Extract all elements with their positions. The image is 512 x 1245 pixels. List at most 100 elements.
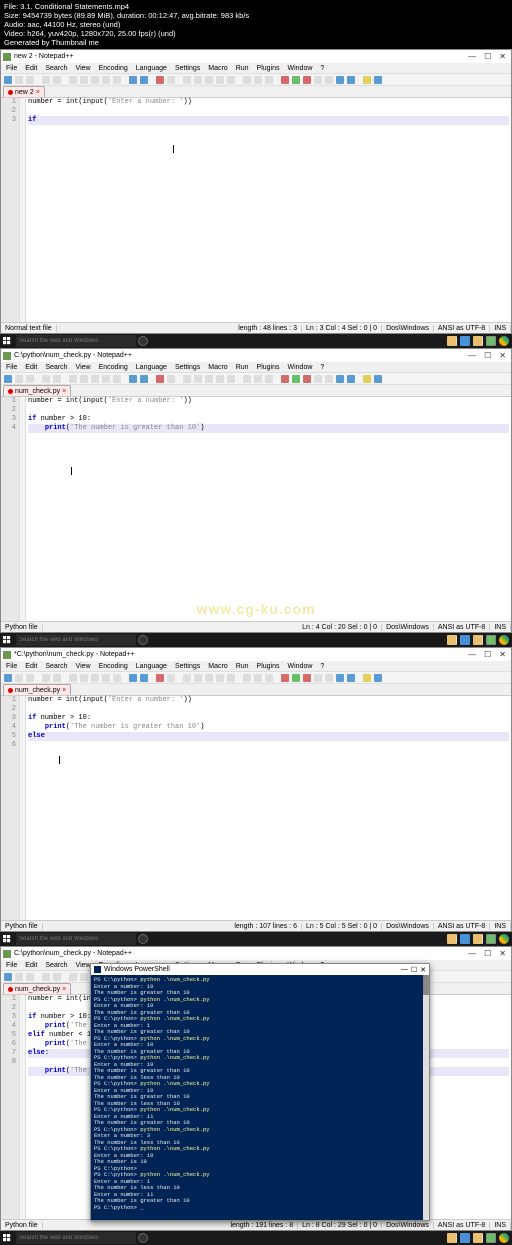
toolbar-button-0[interactable]: [4, 375, 12, 383]
toolbar-button-9[interactable]: [91, 375, 99, 383]
edge-icon[interactable]: [460, 635, 470, 645]
toolbar-button-13[interactable]: [129, 674, 137, 682]
start-button[interactable]: [0, 1231, 14, 1245]
toolbar-button-27[interactable]: [265, 375, 273, 383]
editor[interactable]: 1234 number = int(input('Enter a number:…: [1, 397, 511, 621]
file-tab[interactable]: new 2 ×: [3, 86, 45, 97]
start-button[interactable]: [0, 633, 14, 647]
menu-plugins[interactable]: Plugins: [255, 65, 282, 72]
menu-?[interactable]: ?: [318, 65, 326, 72]
toolbar-button-7[interactable]: [69, 76, 77, 84]
toolbar-button-22[interactable]: [216, 674, 224, 682]
toolbar-button-9[interactable]: [91, 76, 99, 84]
menu-window[interactable]: Window: [286, 663, 315, 670]
menu-search[interactable]: Search: [43, 962, 69, 969]
toolbar-button-35[interactable]: [347, 76, 355, 84]
toolbar-button-19[interactable]: [183, 375, 191, 383]
code-area[interactable]: number = int(input('Enter a number: ')) …: [26, 696, 511, 920]
toolbar-button-9[interactable]: [91, 674, 99, 682]
menu-settings[interactable]: Settings: [173, 65, 202, 72]
menu-file[interactable]: File: [4, 364, 19, 371]
toolbar-button-22[interactable]: [216, 76, 224, 84]
close-button[interactable]: ✕: [499, 52, 506, 61]
toolbar-button-8[interactable]: [80, 674, 88, 682]
toolbar-button-31[interactable]: [303, 375, 311, 383]
toolbar-button-23[interactable]: [227, 674, 235, 682]
toolbar-button-30[interactable]: [292, 674, 300, 682]
menubar[interactable]: FileEditSearchViewEncodingLanguageSettin…: [1, 661, 511, 672]
toolbar-button-33[interactable]: [325, 375, 333, 383]
toolbar-button-13[interactable]: [129, 76, 137, 84]
maximize-button[interactable]: ☐: [484, 351, 491, 360]
toolbar-button-1[interactable]: [15, 76, 23, 84]
menu-language[interactable]: Language: [134, 364, 169, 371]
menu-edit[interactable]: Edit: [23, 364, 39, 371]
chrome-icon[interactable]: [499, 934, 509, 944]
explorer-icon[interactable]: [447, 336, 457, 346]
menu-?[interactable]: ?: [318, 364, 326, 371]
toolbar-button-21[interactable]: [205, 674, 213, 682]
toolbar-button-36[interactable]: [358, 76, 360, 84]
toolbar-button-17[interactable]: [167, 375, 175, 383]
minimize-button[interactable]: —: [468, 52, 476, 61]
menu-search[interactable]: Search: [43, 364, 69, 371]
toolbar-button-14[interactable]: [140, 76, 148, 84]
menu-window[interactable]: Window: [286, 65, 315, 72]
toolbar-button-16[interactable]: [156, 674, 164, 682]
toolbar-button-18[interactable]: [178, 375, 180, 383]
toolbar-button-34[interactable]: [336, 375, 344, 383]
toolbar-button-20[interactable]: [194, 76, 202, 84]
menu-view[interactable]: View: [74, 65, 93, 72]
cortana-icon[interactable]: [138, 1233, 148, 1243]
toolbar-button-19[interactable]: [183, 76, 191, 84]
toolbar-button-18[interactable]: [178, 674, 180, 682]
cortana-icon[interactable]: [138, 635, 148, 645]
minimize-button[interactable]: —: [468, 351, 476, 360]
toolbar-button-0[interactable]: [4, 674, 12, 682]
taskbar-search[interactable]: [16, 634, 136, 646]
menu-language[interactable]: Language: [134, 663, 169, 670]
tabbar[interactable]: num_check.py ×: [1, 684, 511, 696]
toolbar-button-25[interactable]: [243, 375, 251, 383]
ps-console[interactable]: PS C:\python> python .\num_check.py Ente…: [91, 975, 429, 1220]
menu-edit[interactable]: Edit: [23, 663, 39, 670]
notepadpp-icon[interactable]: [486, 635, 496, 645]
menu-encoding[interactable]: Encoding: [97, 65, 130, 72]
maximize-button[interactable]: ☐: [484, 650, 491, 659]
toolbar-button-18[interactable]: [178, 76, 180, 84]
tab-close-icon[interactable]: ×: [62, 986, 66, 993]
taskbar-search[interactable]: [16, 1232, 136, 1244]
toolbar-button-3[interactable]: [37, 76, 39, 84]
toolbar-button-10[interactable]: [102, 375, 110, 383]
toolbar-button-1[interactable]: [15, 375, 23, 383]
toolbar-button-7[interactable]: [69, 973, 77, 981]
taskbar-search[interactable]: [16, 933, 136, 945]
toolbar-button-5[interactable]: [53, 674, 61, 682]
toolbar-button-27[interactable]: [265, 674, 273, 682]
folder-icon[interactable]: [473, 635, 483, 645]
toolbar-button-25[interactable]: [243, 76, 251, 84]
menu-run[interactable]: Run: [234, 364, 251, 371]
maximize-button[interactable]: ☐: [484, 52, 491, 61]
toolbar-button-23[interactable]: [227, 76, 235, 84]
toolbar-button-29[interactable]: [281, 674, 289, 682]
menu-encoding[interactable]: Encoding: [97, 663, 130, 670]
toolbar-button-5[interactable]: [53, 76, 61, 84]
toolbar-button-20[interactable]: [194, 375, 202, 383]
notepadpp-icon[interactable]: [486, 1233, 496, 1243]
toolbar-button-37[interactable]: [363, 375, 371, 383]
toolbar-button-15[interactable]: [151, 375, 153, 383]
titlebar[interactable]: C:\python\num_check.py - Notepad++ — ☐ ✕: [1, 349, 511, 362]
folder-icon[interactable]: [473, 336, 483, 346]
file-tab[interactable]: num_check.py ×: [3, 684, 71, 695]
chrome-icon[interactable]: [499, 635, 509, 645]
toolbar-button-7[interactable]: [69, 375, 77, 383]
toolbar-button-4[interactable]: [42, 674, 50, 682]
toolbar-button-34[interactable]: [336, 674, 344, 682]
folder-icon[interactable]: [473, 1233, 483, 1243]
toolbar-button-2[interactable]: [26, 76, 34, 84]
menu-plugins[interactable]: Plugins: [255, 663, 282, 670]
toolbar-button-1[interactable]: [15, 973, 23, 981]
menu-language[interactable]: Language: [134, 65, 169, 72]
toolbar-button-11[interactable]: [113, 76, 121, 84]
